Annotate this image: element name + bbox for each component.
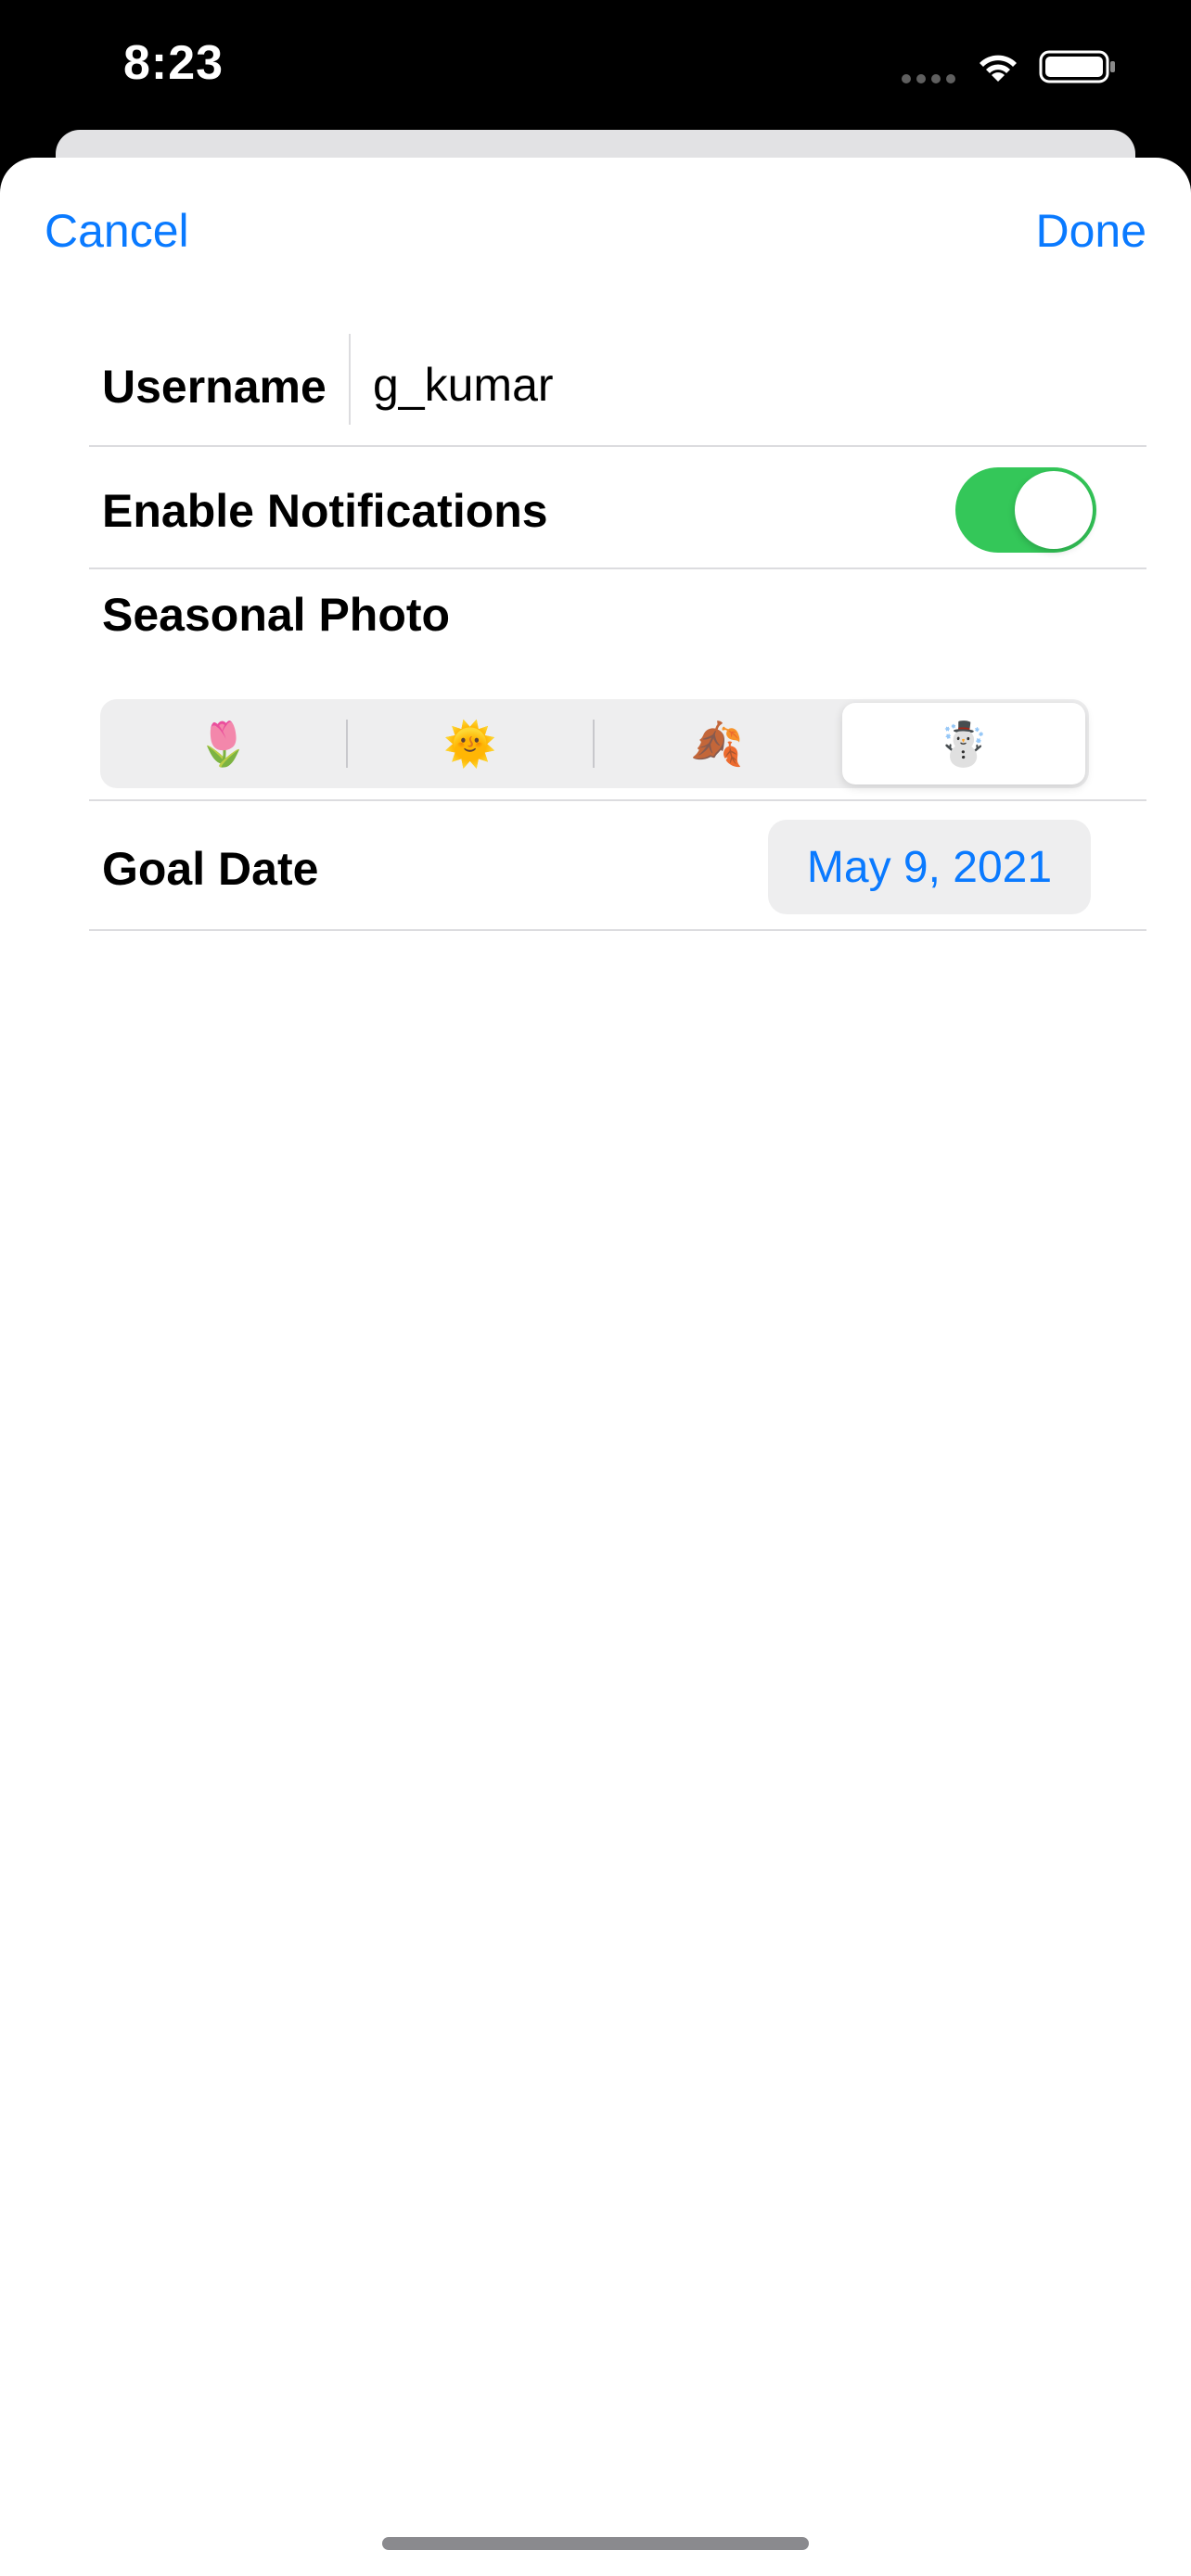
tulip-icon: 🌷	[197, 718, 250, 769]
seasonal-photo-label: Seasonal Photo	[102, 589, 451, 641]
segment-summer[interactable]: 🌞	[347, 699, 594, 788]
seasonal-photo-picker: 🌷 🌞 🍂 ☃️	[100, 699, 1089, 788]
wifi-icon	[980, 55, 1017, 82]
sun-icon: 🌞	[443, 718, 497, 769]
seasonal-photo-row: Seasonal Photo 🌷 🌞 🍂 ☃️	[89, 569, 1146, 801]
segment-winter[interactable]: ☃️	[842, 703, 1085, 784]
goal-date-picker[interactable]: May 9, 2021	[768, 820, 1091, 914]
cancel-button[interactable]: Cancel	[45, 204, 189, 258]
done-button[interactable]: Done	[1035, 204, 1146, 258]
username-input[interactable]	[373, 352, 1115, 417]
battery-icon	[1039, 50, 1115, 83]
cellular-signal-icon	[902, 74, 955, 83]
home-indicator[interactable]	[382, 2537, 809, 2550]
goal-date-row: Goal Date May 9, 2021	[89, 801, 1146, 931]
settings-form: Username Enable Notifications Seasonal P…	[89, 325, 1146, 931]
toggle-knob	[1015, 471, 1093, 549]
status-time: 8:23	[123, 36, 224, 90]
segment-autumn[interactable]: 🍂	[594, 699, 840, 788]
notifications-label: Enable Notifications	[102, 485, 548, 537]
segment-spring[interactable]: 🌷	[100, 699, 347, 788]
username-label: Username	[102, 361, 327, 413]
goal-date-label: Goal Date	[102, 843, 319, 895]
notifications-toggle[interactable]	[955, 467, 1096, 553]
fallen-leaf-icon: 🍂	[690, 718, 744, 769]
notifications-row: Enable Notifications	[89, 447, 1146, 569]
settings-sheet: Cancel Done Username Enable Notification…	[0, 158, 1191, 2576]
username-row: Username	[89, 325, 1146, 447]
snowman-icon: ☃️	[937, 718, 991, 769]
username-divider	[349, 334, 351, 425]
status-bar: 8:23	[0, 0, 1191, 130]
